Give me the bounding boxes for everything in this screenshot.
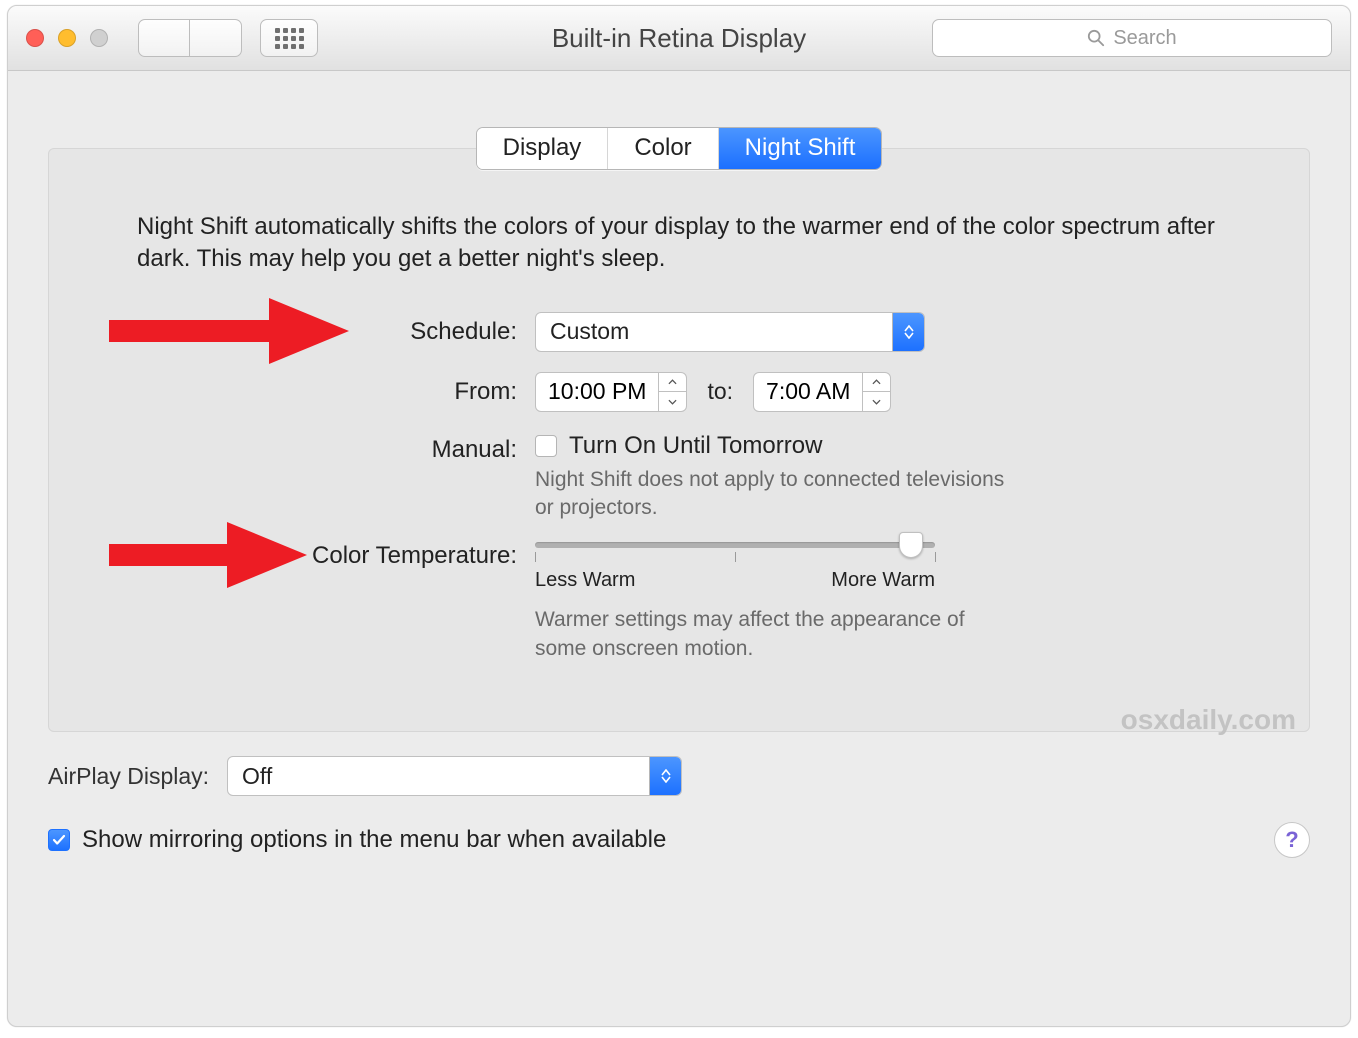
popup-arrows-icon: [649, 757, 681, 795]
color-temp-slider[interactable]: [535, 542, 935, 548]
grid-icon: [275, 28, 304, 49]
color-temp-hint: Warmer settings may affect the appearanc…: [535, 606, 965, 663]
caret-up-icon: [863, 373, 890, 392]
intro-text: Night Shift automatically shifts the col…: [137, 211, 1221, 276]
to-stepper[interactable]: [862, 373, 890, 411]
check-icon: [52, 833, 66, 847]
minimize-button[interactable]: [58, 29, 76, 47]
tab-bar: Display Color Night Shift: [476, 127, 883, 170]
caret-up-icon: [659, 373, 686, 392]
from-time-value: 10:00 PM: [536, 378, 658, 405]
mirroring-checkbox[interactable]: [48, 829, 70, 851]
manual-checkbox[interactable]: [535, 435, 557, 457]
from-stepper[interactable]: [658, 373, 686, 411]
tab-display[interactable]: Display: [477, 128, 609, 169]
airplay-popup[interactable]: Off: [227, 756, 682, 796]
airplay-label: AirPlay Display:: [48, 763, 209, 790]
nav-buttons: [138, 19, 318, 57]
preferences-window: Built-in Retina Display Search Display C…: [7, 5, 1351, 1027]
slider-min-label: Less Warm: [535, 569, 635, 592]
titlebar: Built-in Retina Display Search: [8, 6, 1350, 71]
settings-panel: Night Shift automatically shifts the col…: [48, 148, 1310, 732]
manual-checkbox-label: Turn On Until Tomorrow: [569, 432, 822, 460]
manual-label: Manual:: [137, 432, 517, 464]
schedule-popup[interactable]: Custom: [535, 312, 925, 352]
tab-color[interactable]: Color: [608, 128, 718, 169]
show-all-button[interactable]: [260, 19, 318, 57]
to-time-value: 7:00 AM: [754, 378, 862, 405]
caret-down-icon: [863, 391, 890, 411]
schedule-value: Custom: [536, 318, 892, 345]
to-time-field[interactable]: 7:00 AM: [753, 372, 891, 412]
search-placeholder: Search: [1113, 27, 1176, 50]
popup-arrows-icon: [892, 313, 924, 351]
color-temp-label: Color Temperature:: [137, 542, 517, 570]
window-controls: [26, 29, 108, 47]
to-label: to:: [707, 378, 733, 405]
search-icon: [1087, 29, 1105, 47]
back-button[interactable]: [138, 19, 190, 57]
search-field[interactable]: Search: [932, 19, 1332, 57]
from-label: From:: [137, 378, 517, 406]
schedule-label: Schedule:: [137, 318, 517, 346]
help-button[interactable]: ?: [1274, 822, 1310, 858]
watermark-text: osxdaily.com: [1121, 704, 1296, 736]
mirroring-label: Show mirroring options in the menu bar w…: [82, 826, 666, 854]
tab-night-shift[interactable]: Night Shift: [719, 128, 882, 169]
help-icon: ?: [1285, 827, 1298, 853]
slider-max-label: More Warm: [831, 569, 935, 592]
airplay-value: Off: [228, 763, 649, 790]
caret-down-icon: [659, 391, 686, 411]
slider-knob[interactable]: [899, 532, 923, 558]
manual-hint: Night Shift does not apply to connected …: [535, 466, 1005, 523]
zoom-button[interactable]: [90, 29, 108, 47]
from-time-field[interactable]: 10:00 PM: [535, 372, 687, 412]
close-button[interactable]: [26, 29, 44, 47]
forward-button[interactable]: [190, 19, 242, 57]
